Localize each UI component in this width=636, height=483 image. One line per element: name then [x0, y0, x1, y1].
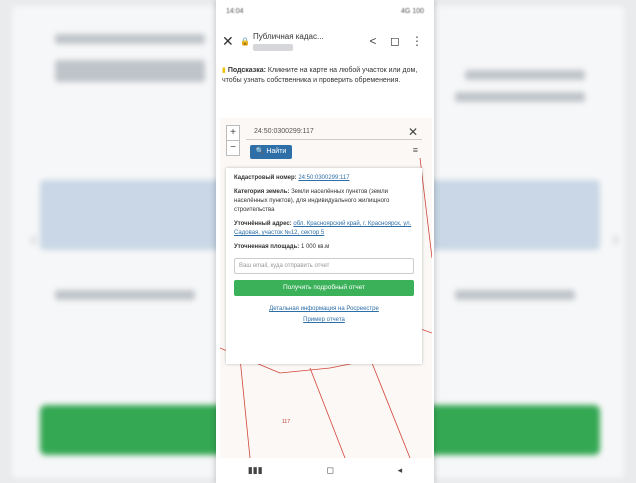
hint-text: ▮ Подсказка: Кликните на карте на любой … — [222, 66, 428, 86]
prev-arrow-icon: ‹ — [30, 226, 38, 251]
background-text-line — [55, 290, 195, 300]
more-icon[interactable]: ⋮ — [406, 34, 428, 48]
page-url — [252, 43, 293, 51]
search-icon: 🔍 — [255, 148, 265, 155]
status-time: 14:04 — [226, 7, 244, 15]
clear-search-icon[interactable]: ✕ — [408, 124, 418, 140]
background-text-line — [455, 92, 585, 102]
page-title: Публичная кадас... — [252, 31, 324, 41]
land-category-label: Категория земель: — [234, 189, 290, 195]
status-indicators: 4G 100 — [401, 7, 424, 15]
hint-label: Подсказка: — [227, 67, 266, 74]
layers-menu-icon[interactable]: ≡ — [413, 145, 418, 155]
area-label: Уточненная площадь: — [234, 244, 300, 250]
area-value: 1 000 кв.м — [300, 244, 330, 250]
find-button-label: Найти — [266, 148, 287, 155]
find-button[interactable]: 🔍 Найти — [250, 145, 292, 159]
email-field[interactable]: Ваш email, куда отправить отчет — [234, 258, 414, 274]
share-icon[interactable]: < — [362, 34, 384, 48]
background-text-line — [55, 34, 205, 44]
parcel-label: 117 — [282, 419, 290, 425]
rosreestr-details-link[interactable]: Детальная информация на Росреестре — [234, 304, 414, 315]
android-nav-bar: ▮▮▮ ◻ ◂ — [216, 458, 434, 483]
lightbulb-icon: ▮ — [222, 67, 226, 74]
back-icon[interactable]: ◂ — [398, 465, 403, 476]
address-label: Уточнённый адрес: — [234, 221, 292, 227]
cadastral-search-input[interactable]: 24:50:0300299:117 ✕ — [246, 124, 422, 140]
bookmark-icon[interactable]: ◻ — [384, 34, 406, 48]
home-icon[interactable]: ◻ — [326, 465, 333, 476]
next-arrow-icon: › — [612, 226, 620, 251]
background-text-line — [465, 70, 585, 80]
order-report-button[interactable]: Получить подробный отчет — [234, 280, 414, 296]
cadastral-number-label: Кадастровый номер: — [234, 175, 297, 181]
lock-icon[interactable]: 🔒 — [240, 37, 250, 46]
zoom-out-button[interactable]: − — [227, 140, 239, 155]
search-actions: 🔍 Найти ≡ — [246, 145, 422, 161]
close-icon[interactable]: ✕ — [222, 33, 240, 50]
search-input-value: 24:50:0300299:117 — [254, 128, 314, 135]
zoom-in-button[interactable]: + — [227, 126, 239, 140]
background-text-line — [55, 60, 205, 82]
recent-apps-icon[interactable]: ▮▮▮ — [248, 465, 263, 476]
cadastral-number-link[interactable]: 24:50:0300299:117 — [298, 175, 349, 181]
card-links: Детальная информация на Росреестре Приме… — [234, 304, 414, 326]
sample-report-link[interactable]: Пример отчета — [234, 315, 414, 326]
zoom-controls: + − — [226, 125, 240, 156]
parcel-info-card: Кадастровый номер: 24:50:0300299:117 Кат… — [226, 168, 422, 364]
background-text-line — [455, 290, 575, 300]
page-title-block[interactable]: Публичная кадас... — [252, 31, 362, 51]
status-bar: 14:04 4G 100 — [216, 0, 434, 22]
browser-toolbar: ✕ 🔒 Публичная кадас... < ◻ ⋮ — [216, 22, 434, 60]
